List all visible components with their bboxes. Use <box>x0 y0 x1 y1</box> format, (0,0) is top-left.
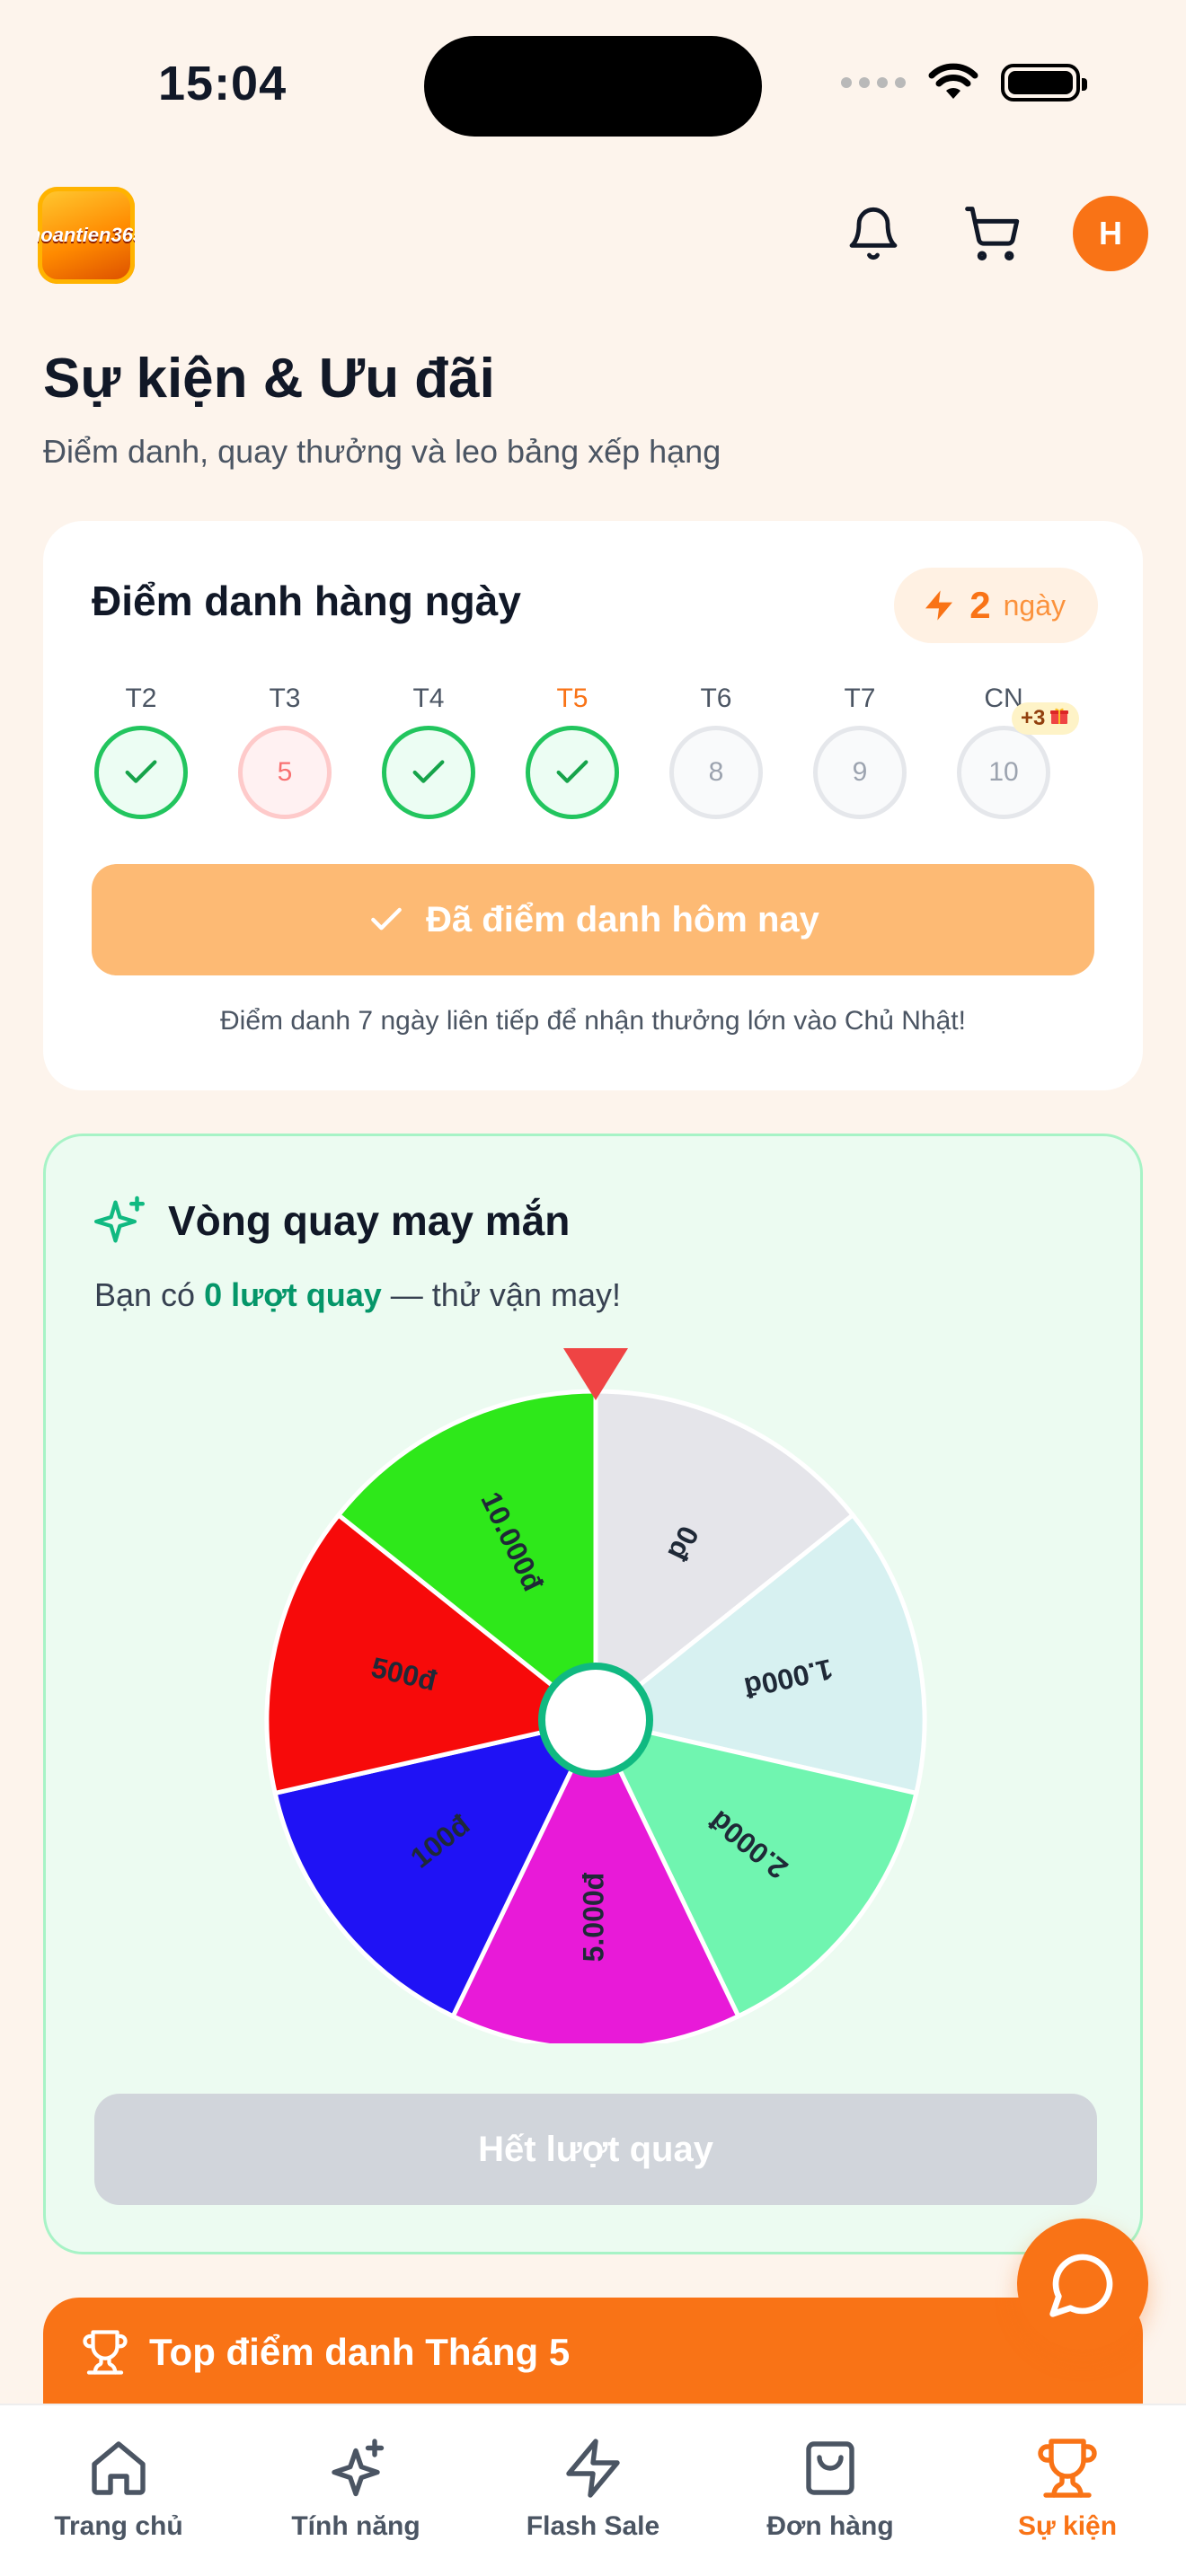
day-t4: T4 <box>379 679 478 819</box>
check-icon <box>556 760 589 783</box>
gift-icon <box>1049 705 1070 733</box>
status-bar: 15:04 <box>0 0 1186 171</box>
day-circle <box>526 726 619 819</box>
day-label: T5 <box>556 684 589 713</box>
cart-button[interactable] <box>954 196 1030 271</box>
spin-subtitle: Bạn có 0 lượt quay — thử vận may! <box>94 1276 621 1314</box>
nav-item-3[interactable]: Đơn hàng <box>712 2405 949 2576</box>
nav-label: Đơn hàng <box>766 2511 894 2541</box>
nav-label: Tính năng <box>291 2511 420 2541</box>
checkin-title: Điểm danh hàng ngày <box>92 578 521 624</box>
nav-label: Sự kiện <box>1017 2511 1118 2541</box>
check-icon <box>125 760 157 783</box>
nav-item-2[interactable]: Flash Sale <box>474 2405 712 2576</box>
check-icon <box>412 760 445 783</box>
spin-sub-suffix: — thử vận may! <box>381 1276 621 1313</box>
day-label: T3 <box>269 684 301 713</box>
lightning-icon <box>925 590 953 621</box>
home-icon <box>83 2432 155 2504</box>
bell-icon <box>849 207 898 260</box>
day-value: 8 <box>708 757 724 787</box>
day-label: T2 <box>125 684 157 713</box>
day-t7: T7 9 <box>810 679 909 819</box>
spin-sub-prefix: Bạn có <box>94 1276 205 1313</box>
spin-wheel[interactable]: 0đ 1.000đ 2.000đ 5.000đ 100đ 500đ 10.000đ <box>260 1325 932 2051</box>
checkin-note: Điểm danh 7 ngày liên tiếp để nhận thưởn… <box>220 1006 966 1036</box>
logo-text: hoantien365 <box>38 224 135 246</box>
nav-item-4[interactable]: Sự kiện <box>949 2405 1186 2576</box>
day-circle <box>382 726 475 819</box>
sparkles-icon <box>94 1195 145 1243</box>
day-t6: T6 8 <box>667 679 766 819</box>
spin-title-row: Vòng quay may mắn <box>94 1194 570 1248</box>
streak-badge: 2 ngày <box>894 568 1098 643</box>
sparkles-icon <box>320 2432 392 2504</box>
app-header: hoantien365 H <box>38 183 1148 284</box>
chat-button[interactable] <box>1017 2219 1148 2350</box>
status-icons <box>841 63 1087 102</box>
wheel-segment-label: 5.000đ <box>577 1872 609 1962</box>
avatar[interactable]: H <box>1073 196 1148 271</box>
day-circle: 8 <box>669 726 763 819</box>
check-icon <box>371 907 402 931</box>
day-circle <box>94 726 188 819</box>
wifi-icon <box>928 63 978 99</box>
streak-unit: ngày <box>1003 588 1066 622</box>
status-time: 15:04 <box>158 57 288 110</box>
day-circle: 10 <box>957 726 1050 819</box>
streak-count: 2 <box>969 584 991 626</box>
signal-icon <box>841 77 906 88</box>
checkin-button-label: Đã điểm danh hôm nay <box>426 899 819 940</box>
daily-checkin-card: Điểm danh hàng ngày 2 ngày T2 T3 5 T4 T5 T6 8 T… <box>43 521 1143 1090</box>
page-title: Sự kiện & Ưu đãi <box>43 348 495 410</box>
lightning-icon <box>557 2432 629 2504</box>
day-circle: 9 <box>813 726 907 819</box>
header-actions: H <box>836 196 1148 271</box>
checkin-button[interactable]: Đã điểm danh hôm nay <box>92 864 1094 975</box>
day-value: 9 <box>852 757 868 787</box>
spin-count: 0 lượt quay <box>204 1276 382 1313</box>
chat-icon <box>1049 2254 1113 2317</box>
page-subtitle: Điểm danh, quay thưởng và leo bảng xếp h… <box>43 433 721 470</box>
dynamic-island <box>424 36 762 137</box>
day-circle: 5 <box>238 726 332 819</box>
battery-icon <box>1001 64 1087 101</box>
cart-icon <box>965 207 1020 260</box>
day-label: T4 <box>412 684 445 713</box>
trophy-icon <box>83 2330 128 2375</box>
day-cn: CN 10 +3 <box>954 679 1080 819</box>
nav-item-1[interactable]: Tính năng <box>237 2405 474 2576</box>
nav-label: Trang chủ <box>54 2511 183 2541</box>
day-t2: T2 <box>92 679 190 819</box>
day-label: T6 <box>700 684 732 713</box>
lucky-spin-card: Vòng quay may mắn Bạn có 0 lượt quay — t… <box>43 1134 1143 2254</box>
notification-button[interactable] <box>836 196 911 271</box>
day-label: T7 <box>844 684 876 713</box>
nav-label: Flash Sale <box>526 2511 660 2541</box>
nav-item-0[interactable]: Trang chủ <box>0 2405 237 2576</box>
leaderboard-header: Top điểm danh Tháng 5 <box>81 2328 570 2377</box>
day-t5: T5 <box>523 679 622 819</box>
trophy-icon <box>1031 2432 1103 2504</box>
bonus-text: +3 <box>1021 706 1046 730</box>
bottom-nav: Trang chủ Tính năng Flash Sale Đơn hàng Sự k… <box>0 2404 1186 2576</box>
day-value: 5 <box>277 757 293 787</box>
spin-button[interactable]: Hết lượt quay <box>94 2094 1097 2205</box>
bag-icon <box>794 2432 866 2504</box>
day-value: 10 <box>988 757 1019 787</box>
leaderboard-title: Top điểm danh Tháng 5 <box>149 2331 571 2373</box>
day-t3: T3 5 <box>235 679 334 819</box>
app-logo[interactable]: hoantien365 <box>38 187 135 284</box>
bonus-badge: +3 <box>1012 702 1080 735</box>
wheel-hub <box>538 1663 653 1778</box>
spin-title: Vòng quay may mắn <box>168 1197 571 1244</box>
checkin-days: T2 T3 5 T4 T5 T6 8 T7 9 CN 10 +3 <box>92 679 1098 850</box>
